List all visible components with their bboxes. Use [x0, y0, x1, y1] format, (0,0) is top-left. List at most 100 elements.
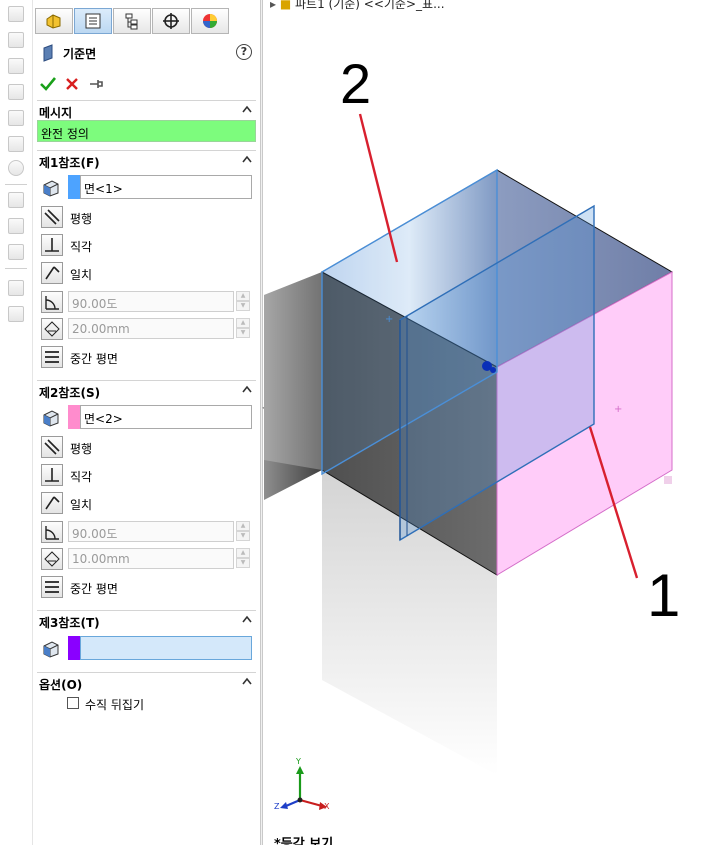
mid-plane-icon[interactable]	[41, 576, 63, 598]
toolbar-tool-icon[interactable]	[8, 218, 24, 234]
toolbar-sphere-icon[interactable]	[8, 160, 24, 176]
distance-spinner[interactable]: ▲ ▼	[236, 318, 250, 339]
plane-origin-mark: +	[385, 314, 393, 325]
coincident-icon[interactable]	[41, 492, 63, 514]
toolbar-cube-icon[interactable]	[8, 6, 24, 22]
axis-x-label: X	[324, 802, 330, 811]
option-label: 직각	[70, 470, 93, 484]
callout-number-2: 2	[340, 52, 372, 115]
distance-spinner[interactable]: ▲ ▼	[236, 548, 250, 569]
parallel-icon[interactable]	[41, 206, 63, 228]
mid-plane-icon[interactable]	[41, 346, 63, 368]
second-ref-distance-row: 10.00mm ▲ ▼	[41, 548, 252, 570]
toolbar-cube-icon[interactable]	[8, 58, 24, 74]
angle-icon[interactable]	[41, 521, 63, 543]
tab-feature-manager[interactable]	[35, 8, 73, 34]
pivot-handle[interactable]	[490, 367, 496, 373]
first-ref-parallel-option[interactable]: 평행	[41, 206, 252, 230]
second-reference-selection: 면<2>	[41, 405, 252, 429]
third-reference-selection	[41, 636, 252, 660]
second-ref-midplane-option[interactable]: 중간 평면	[41, 576, 252, 600]
chevron-up-icon[interactable]	[242, 105, 252, 113]
pushpin-icon	[90, 80, 103, 88]
angle-input[interactable]: 90.00도	[68, 291, 234, 312]
axis-y-label: Y	[295, 757, 301, 766]
face-tag	[664, 476, 672, 484]
option-label: 중간 평면	[70, 582, 118, 596]
angle-spinner[interactable]: ▲ ▼	[236, 291, 250, 312]
status-message: 완전 정의	[37, 120, 256, 142]
toolbar-layers-icon[interactable]	[8, 280, 24, 296]
first-ref-distance-row: 20.00mm ▲ ▼	[41, 318, 252, 340]
second-reference-list[interactable]: 면<2>	[80, 405, 252, 429]
chevron-up-icon[interactable]	[242, 155, 252, 163]
offset-distance-icon[interactable]	[41, 318, 63, 340]
second-ref-perpendicular-option[interactable]: 직각	[41, 464, 252, 488]
toolbar-cube-icon[interactable]	[8, 136, 24, 152]
view-triad[interactable]: Y X Z	[274, 757, 330, 811]
flip-normal-label: 수직 뒤집기	[85, 698, 145, 712]
page-title: 기준면	[63, 47, 97, 61]
toolbar-monitor-icon[interactable]	[8, 244, 24, 260]
option-label: 일치	[70, 498, 93, 512]
face-selection-icon	[43, 180, 59, 197]
first-ref-angle-row: 90.00도 ▲ ▼	[41, 291, 252, 313]
section-options-header[interactable]: 옵션(O)	[37, 672, 256, 692]
distance-input[interactable]: 20.00mm	[68, 318, 234, 339]
section-label: 제2참조(S)	[39, 386, 101, 400]
tab-configuration-manager[interactable]	[113, 8, 151, 34]
perpendicular-icon[interactable]	[41, 234, 63, 256]
pushpin-button[interactable]	[87, 75, 105, 93]
toolbar-layers-icon[interactable]	[8, 306, 24, 322]
flip-normal-checkbox[interactable]	[67, 697, 79, 709]
coincident-icon[interactable]	[41, 262, 63, 284]
selection-color-swatch	[68, 405, 80, 429]
toolbar-cube-icon[interactable]	[8, 110, 24, 126]
command-toolbar-strip	[0, 0, 33, 845]
help-button[interactable]: ?	[236, 44, 252, 60]
chevron-up-icon[interactable]	[242, 677, 252, 685]
third-reference-list[interactable]	[80, 636, 252, 660]
property-manager-panel: 기준면 ? 메시지 완전 정의 제1참조(F) 면<1> 평행 직각 일치 90…	[33, 0, 260, 845]
face-selection-icon	[43, 410, 59, 427]
ok-button[interactable]	[39, 75, 57, 93]
callout-number-1: 1	[647, 562, 681, 629]
toolbar-select-icon[interactable]	[8, 192, 24, 208]
option-label: 직각	[70, 240, 93, 254]
chevron-up-icon[interactable]	[242, 615, 252, 623]
close-icon	[66, 78, 78, 90]
angle-icon[interactable]	[41, 291, 63, 313]
view-orientation-label: *등각 보기	[274, 837, 334, 845]
second-ref-coincident-option[interactable]: 일치	[41, 492, 252, 516]
section-message-header[interactable]: 메시지	[37, 100, 256, 120]
toolbar-separator	[5, 268, 27, 269]
tab-dimxpert-manager[interactable]	[152, 8, 190, 34]
angle-spinner[interactable]: ▲ ▼	[236, 521, 250, 542]
model-view[interactable]: + + Y X Z	[264, 0, 712, 845]
first-ref-coincident-option[interactable]: 일치	[41, 262, 252, 286]
offset-distance-icon[interactable]	[41, 548, 63, 570]
perpendicular-icon[interactable]	[41, 464, 63, 486]
first-ref-perpendicular-option[interactable]: 직각	[41, 234, 252, 258]
section-second-reference-header[interactable]: 제2참조(S)	[37, 380, 256, 400]
parallel-icon[interactable]	[41, 436, 63, 458]
toolbar-cube-icon[interactable]	[8, 84, 24, 100]
distance-input[interactable]: 10.00mm	[68, 548, 234, 569]
configuration-manager-icon	[125, 13, 138, 30]
panel-splitter[interactable]	[260, 0, 263, 845]
selection-color-swatch	[68, 175, 80, 199]
angle-input[interactable]: 90.00도	[68, 521, 234, 542]
second-ref-parallel-option[interactable]: 평행	[41, 436, 252, 460]
checkmark-icon	[40, 77, 56, 91]
toolbar-cube-icon[interactable]	[8, 32, 24, 48]
tab-display-manager[interactable]	[191, 8, 229, 34]
graphics-viewport[interactable]: ▸ ■ 파트1 (기준) <<기준>_표... + + Y X Z 2 1 *등…	[264, 0, 712, 845]
first-ref-midplane-option[interactable]: 중간 평면	[41, 346, 252, 370]
tab-property-manager[interactable]	[74, 8, 112, 34]
section-first-reference-header[interactable]: 제1참조(F)	[37, 150, 256, 170]
first-reference-list[interactable]: 면<1>	[80, 175, 252, 199]
chevron-up-icon[interactable]	[242, 385, 252, 393]
cancel-button[interactable]	[63, 75, 81, 93]
section-third-reference-header[interactable]: 제3참조(T)	[37, 610, 256, 630]
section-label: 제1참조(F)	[39, 156, 100, 170]
